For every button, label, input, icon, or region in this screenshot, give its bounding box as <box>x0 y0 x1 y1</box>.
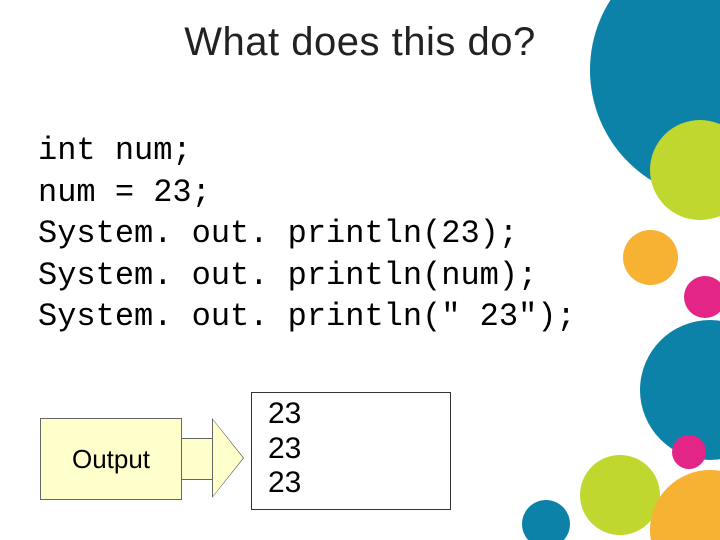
output-label: Output <box>40 418 182 500</box>
decor-circle <box>684 276 720 318</box>
slide-title: What does this do? <box>0 20 720 65</box>
decor-circle <box>623 230 678 285</box>
code-block: int num; num = 23; System. out. println(… <box>38 130 576 338</box>
slide: What does this do? int num; num = 23; Sy… <box>0 0 720 540</box>
arrow-icon <box>180 418 250 498</box>
decor-circle <box>650 470 720 540</box>
decor-circle <box>580 455 660 535</box>
decor-circle <box>522 500 570 540</box>
output-box: 23 23 23 <box>251 392 451 510</box>
decor-circle <box>672 435 706 469</box>
